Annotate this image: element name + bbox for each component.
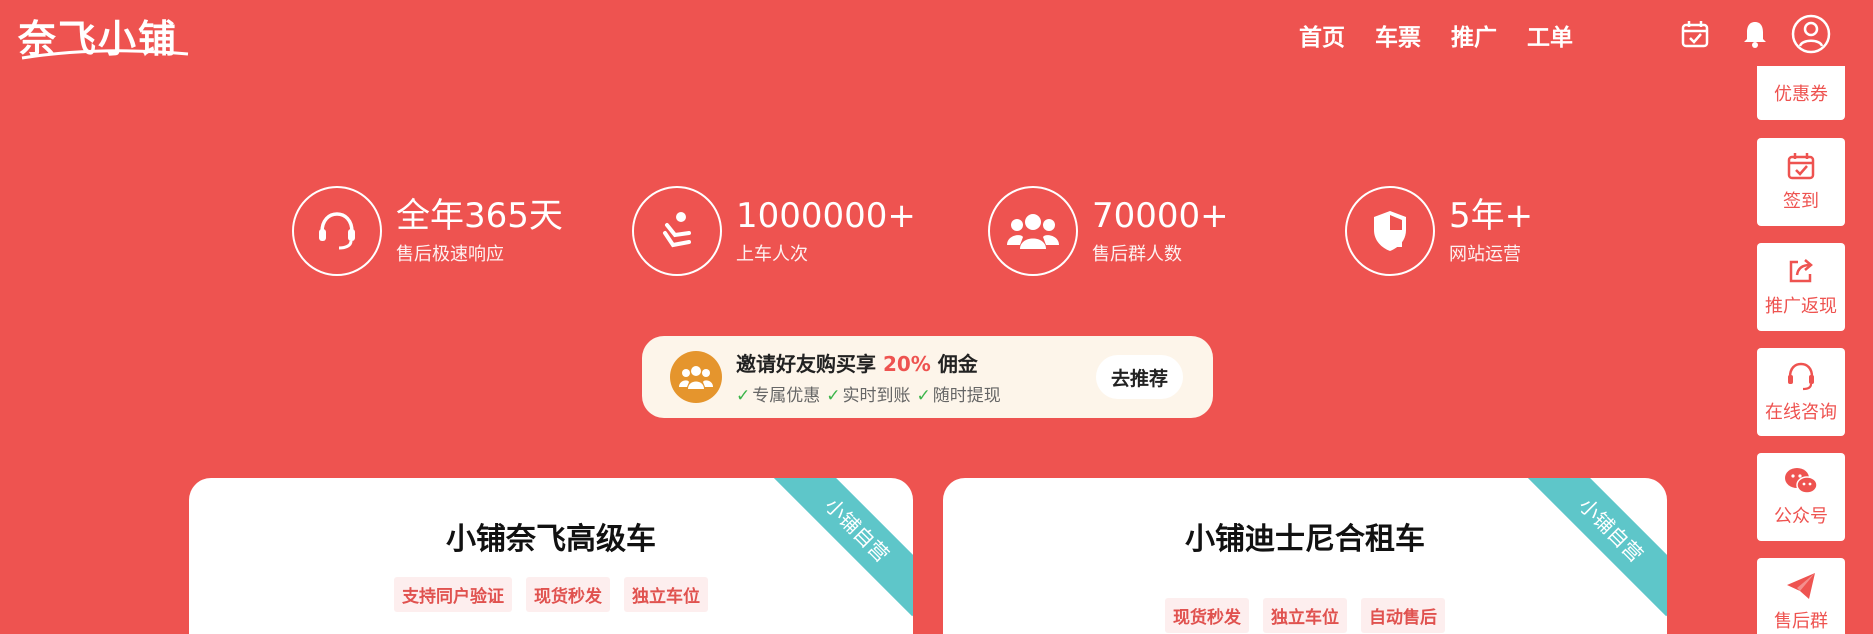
calendar-check-icon[interactable] [1675, 14, 1715, 54]
nav-workorder[interactable]: 工单 [1527, 18, 1573, 52]
main-nav: 首页 车票 推广 工单 [1299, 18, 1573, 52]
stat-value: 70000+ [1092, 196, 1229, 236]
shield-icon [1345, 186, 1435, 276]
referral-banner: 邀请好友购买享 20% 佣金 ✓ 专属优惠 ✓ 实时到账 ✓ 随时提现 去推荐 [642, 336, 1213, 418]
card-title: 小铺迪士尼合租车 [1185, 522, 1425, 557]
card-tags: 现货秒发 独立车位 自动售后 [943, 598, 1667, 633]
sidebar-label: 推广返现 [1765, 296, 1837, 317]
check-icon: ✓ [916, 386, 931, 406]
sidebar-checkin[interactable]: 签到 [1757, 138, 1845, 226]
check-icon: ✓ [736, 386, 751, 406]
referral-percentage: 20% [882, 352, 931, 376]
sidebar-wechat-account[interactable]: 公众号 [1757, 453, 1845, 541]
wechat-icon [1785, 468, 1818, 494]
sidebar-after-sales-group[interactable]: 售后群 [1757, 558, 1845, 634]
referral-title-suffix: 佣金 [937, 352, 978, 376]
card-tag: 支持同户验证 [394, 577, 512, 612]
stat-group: 70000+ 售后群人数 [988, 186, 1229, 276]
feature-label: 实时到账 [842, 386, 911, 406]
stat-rides: 1000000+ 上车人次 [632, 186, 916, 276]
stat-support: 全年365天 售后极速响应 [292, 186, 563, 276]
referral-features: ✓ 专属优惠 ✓ 实时到账 ✓ 随时提现 [736, 381, 1001, 406]
card-tag: 现货秒发 [1165, 598, 1249, 633]
check-icon: ✓ [826, 386, 841, 406]
stat-value: 5年+ [1449, 196, 1534, 236]
card-tag: 自动售后 [1361, 598, 1445, 633]
seat-icon [632, 186, 722, 276]
card-tags: 支持同户验证 现货秒发 独立车位 [189, 577, 913, 612]
product-card-netflix[interactable]: 小铺奈飞高级车 支持同户验证 现货秒发 独立车位 小铺自营 [189, 478, 913, 634]
nav-tickets[interactable]: 车票 [1375, 18, 1421, 52]
card-tag: 独立车位 [624, 577, 708, 612]
card-tag: 独立车位 [1263, 598, 1347, 633]
sidebar-label: 优惠券 [1774, 84, 1828, 105]
headset-icon [292, 186, 382, 276]
headset-icon [1788, 362, 1814, 391]
card-title: 小铺奈飞高级车 [446, 522, 656, 557]
referral-title: 邀请好友购买享 20% 佣金 [736, 348, 1001, 377]
paper-plane-icon [1787, 573, 1815, 599]
users-icon [988, 186, 1078, 276]
product-card-disney[interactable]: 小铺迪士尼合租车 现货秒发 独立车位 自动售后 小铺自营 [943, 478, 1667, 634]
feature-item: ✓ 实时到账 [826, 381, 910, 406]
sidebar-label: 公众号 [1774, 506, 1828, 527]
feature-item: ✓ 随时提现 [917, 381, 1001, 406]
nav-home[interactable]: 首页 [1299, 18, 1345, 52]
group-avatar-icon [670, 351, 722, 403]
bell-icon[interactable] [1735, 14, 1775, 54]
sidebar-promotion-cashback[interactable]: 推广返现 [1757, 243, 1845, 331]
feature-item: ✓ 专属优惠 [736, 381, 820, 406]
nav-promotion[interactable]: 推广 [1451, 18, 1497, 52]
stat-years: 5年+ 网站运营 [1345, 186, 1533, 276]
stat-label: 售后群人数 [1092, 244, 1182, 265]
sidebar-online-consult[interactable]: 在线咨询 [1757, 348, 1845, 436]
user-icon[interactable] [1791, 14, 1831, 54]
sidebar-label: 在线咨询 [1765, 402, 1837, 423]
card-tag: 现货秒发 [526, 577, 610, 612]
feature-label: 专属优惠 [752, 386, 821, 406]
stat-label: 售后极速响应 [396, 244, 504, 265]
logo-swoosh [21, 49, 189, 60]
stat-value: 1000000+ [736, 196, 916, 236]
stat-label: 网站运营 [1449, 244, 1521, 265]
sidebar-label: 签到 [1783, 191, 1819, 212]
stat-value: 全年365天 [396, 196, 563, 236]
stat-label: 上车人次 [736, 244, 808, 265]
referral-title-prefix: 邀请好友购买享 [736, 352, 876, 376]
calendar-check-icon [1787, 153, 1815, 180]
share-icon [1789, 259, 1813, 283]
sidebar-label: 售后群 [1774, 611, 1828, 632]
sidebar-coupon[interactable]: 优惠券 [1757, 66, 1845, 120]
recommend-button[interactable]: 去推荐 [1095, 355, 1183, 399]
feature-label: 随时提现 [932, 386, 1001, 406]
